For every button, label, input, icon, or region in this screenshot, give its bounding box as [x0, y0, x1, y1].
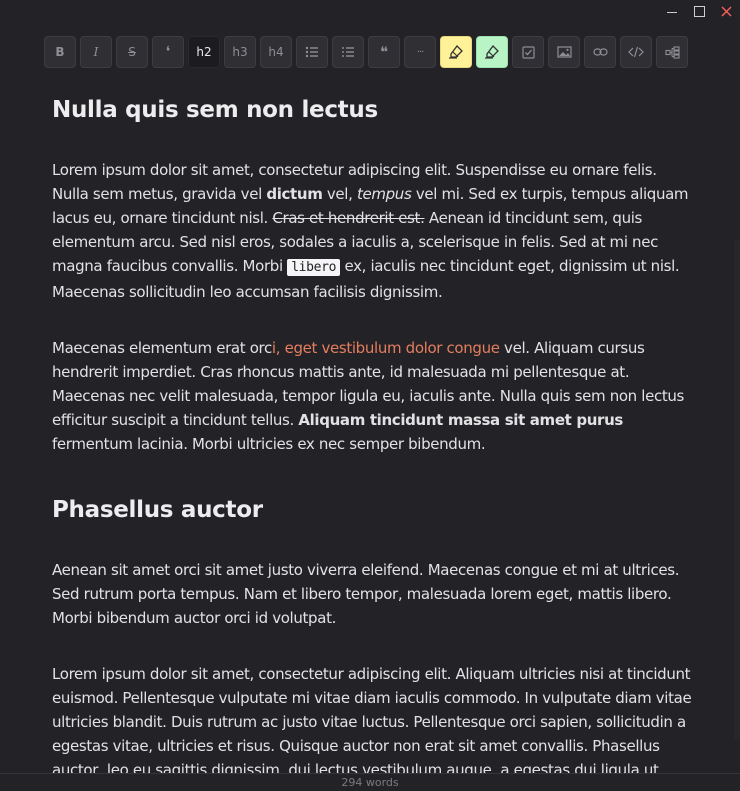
strikethrough-button[interactable]: S	[116, 36, 148, 68]
highlight-yellow-button[interactable]	[440, 36, 472, 68]
bold-button[interactable]: B	[44, 36, 76, 68]
image-icon	[556, 46, 572, 58]
paragraph-3: Aenean sit amet orci sit amet justo vive…	[52, 561, 680, 627]
bold-text: dictum	[266, 185, 323, 203]
word-count: 294 words	[341, 776, 399, 789]
paragraph-1: Lorem ipsum dolor sit amet, consectetur …	[52, 161, 689, 301]
outline-button[interactable]	[656, 36, 688, 68]
checkbox-icon	[521, 45, 535, 59]
inline-code: libero	[287, 259, 341, 276]
tree-icon	[664, 45, 680, 59]
link-icon	[592, 48, 608, 56]
paragraph-2: Maecenas elementum erat orci, eget vesti…	[52, 339, 684, 453]
bullet-list-button[interactable]	[296, 36, 328, 68]
minimize-icon	[667, 11, 677, 13]
inline-code-button[interactable]: ❛	[152, 36, 184, 68]
blockquote-button[interactable]: ❝	[368, 36, 400, 68]
title-bar	[0, 0, 740, 22]
highlight-green-button[interactable]	[476, 36, 508, 68]
minimize-button[interactable]	[662, 2, 682, 20]
italic-button[interactable]: I	[80, 36, 112, 68]
strikethrough-text: Cras et hendrerit est.	[272, 209, 425, 227]
maximize-button[interactable]	[689, 2, 709, 20]
bold-icon: B	[55, 45, 65, 59]
paragraph-4: Lorem ipsum dolor sit amet, consectetur …	[52, 665, 692, 774]
heading-4-button[interactable]: h4	[260, 36, 292, 68]
strikethrough-icon: S	[128, 45, 136, 59]
heading-3-button[interactable]: h3	[224, 36, 256, 68]
close-button[interactable]	[716, 2, 736, 20]
ordered-list-icon	[342, 47, 354, 57]
heading-1: Nulla quis sem non lectus	[52, 97, 378, 123]
formatting-toolbar: B I S ❛ h2 h3 h4 ❝ ···	[44, 36, 688, 68]
italic-text: tempus	[356, 185, 412, 203]
bold-text: Aliquam tincidunt massa sit amet purus	[298, 411, 624, 429]
code-block-button[interactable]	[620, 36, 652, 68]
heading-2-label: h2	[196, 45, 212, 59]
hyperlink[interactable]: i, eget vestibulum dolor congue	[272, 339, 500, 357]
checklist-button[interactable]	[512, 36, 544, 68]
heading-4-label: h4	[268, 45, 284, 59]
code-icon	[628, 46, 644, 58]
blockquote-icon: ❝	[379, 43, 389, 61]
horizontal-rule-button[interactable]: ···	[404, 36, 436, 68]
editor-window: B I S ❛ h2 h3 h4 ❝ ··· Nulla quis sem no…	[0, 0, 740, 791]
heading-2-button[interactable]: h2	[188, 36, 220, 68]
highlighter-icon	[449, 45, 463, 59]
heading-2: Phasellus auctor	[52, 497, 263, 523]
quote-mark-icon: ❛	[165, 44, 171, 60]
heading-3-label: h3	[232, 45, 248, 59]
image-button[interactable]	[548, 36, 580, 68]
highlighter-icon	[485, 45, 499, 59]
link-button[interactable]	[584, 36, 616, 68]
ellipsis-icon: ···	[416, 46, 424, 58]
scrollbar[interactable]	[734, 240, 740, 740]
maximize-icon	[693, 5, 705, 17]
ordered-list-button[interactable]	[332, 36, 364, 68]
close-icon	[721, 6, 731, 16]
status-bar: 294 words	[0, 773, 740, 791]
bullet-list-icon	[305, 46, 318, 58]
document-editor[interactable]: Nulla quis sem non lectus Lorem ipsum do…	[52, 80, 692, 774]
italic-icon: I	[93, 45, 99, 59]
